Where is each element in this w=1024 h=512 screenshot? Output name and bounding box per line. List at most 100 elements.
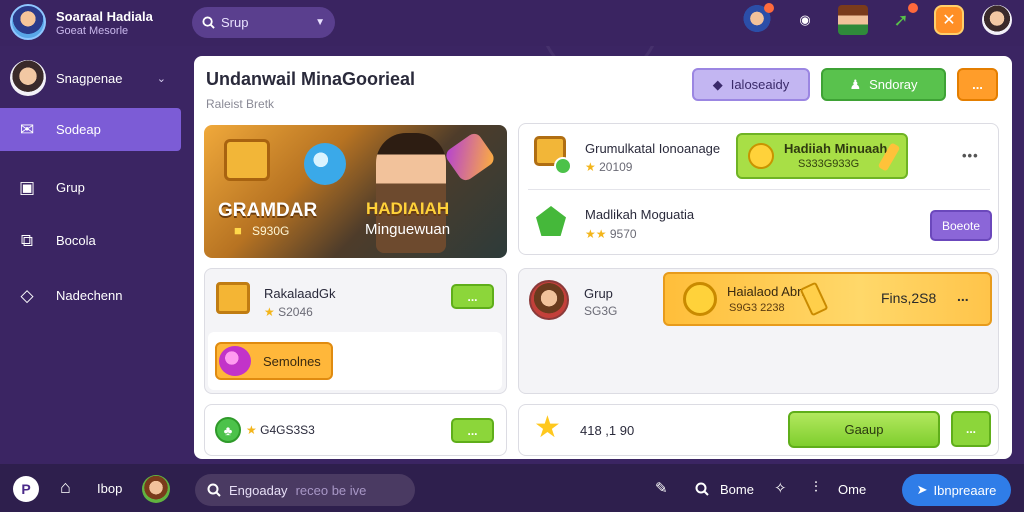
- search-icon[interactable]: [695, 482, 709, 496]
- row-title: RakalaadGk: [264, 286, 336, 301]
- hadiah-button-label: Hadiiah Minuaah: [784, 141, 888, 156]
- pixel-character-icon[interactable]: [838, 5, 868, 35]
- search-icon: [202, 16, 215, 29]
- sidebar-item-grup[interactable]: ▣ Grup: [0, 166, 181, 209]
- top-search-value: Srup: [221, 15, 249, 30]
- sidebar-item-label: Nadechenn: [56, 288, 123, 303]
- hadiah-button-sub: S333G933G: [798, 158, 860, 170]
- top-bar: Soaraal Hadiala Goeat Mesorle Srup ▼ ◉ ➚…: [0, 0, 1024, 46]
- reward-title: Haialaod Abn: [727, 284, 805, 299]
- user-avatar-icon[interactable]: [982, 5, 1012, 35]
- row-stat-value: G4GS3S3: [260, 423, 315, 437]
- page-title: Undanwail MinaGoorieal: [206, 69, 416, 89]
- main-panel: Undanwail MinaGoorieal Raleist Bretk ◆ I…: [194, 56, 1012, 459]
- profile-name: Snagpenae: [56, 70, 123, 86]
- sidebar-item-bocola[interactable]: ⧉ Bocola: [0, 219, 181, 262]
- avatar[interactable]: [142, 475, 170, 503]
- divider: [528, 189, 990, 190]
- gold-bar-icon: [799, 281, 829, 317]
- top-search-field[interactable]: Srup ▼: [192, 7, 335, 38]
- character-avatar-icon[interactable]: [742, 3, 774, 35]
- search-icon: [207, 483, 221, 497]
- row-stat-value: S2046: [278, 305, 313, 319]
- sidebar-item-label: Grup: [56, 180, 85, 195]
- record-icon[interactable]: ◉: [790, 5, 820, 35]
- sidebar-profile[interactable]: Snagpenae ⌄: [10, 60, 180, 96]
- sidebar-item-label: Bocola: [56, 233, 96, 248]
- group-avatar[interactable]: [529, 280, 569, 320]
- row-stat: ★★ 9570: [585, 227, 637, 241]
- more-options-button[interactable]: ...: [451, 418, 494, 443]
- tag-icon: ◆: [712, 76, 723, 92]
- sidebar: Snagpenae ⌄ ✉ Sodeap ▣ Grup ⧉ Bocola ◇ N…: [0, 46, 184, 464]
- reward-amount: Fins,2S8: [881, 290, 937, 306]
- more-options-icon[interactable]: •••: [962, 148, 979, 163]
- semolnes-button-label: Semolnes: [263, 354, 321, 369]
- box-icon: ▣: [18, 177, 36, 197]
- app-logo-icon[interactable]: P: [13, 476, 39, 502]
- app-logo-avatar[interactable]: [10, 4, 46, 40]
- reward-sub: S9G3 2238: [729, 302, 785, 314]
- ome-label[interactable]: Ome: [838, 482, 866, 497]
- sidebar-item-sodeap[interactable]: ✉ Sodeap: [0, 108, 181, 151]
- potion-orb-icon: [219, 346, 251, 376]
- more-button[interactable]: ...: [957, 68, 998, 101]
- row-stat: ★ S2046: [264, 305, 313, 319]
- sparkle-icon[interactable]: ✧: [774, 479, 787, 497]
- bottom-bar: P ⌂ Ibop Engoaday receo be ive ✎ Bome ✧ …: [0, 464, 1024, 512]
- sidebar-item-label: Sodeap: [56, 122, 101, 137]
- clover-icon: ♣: [215, 417, 241, 443]
- frame-icon: ⧉: [20, 230, 34, 250]
- gaaup-button[interactable]: Gaaup: [788, 411, 940, 448]
- bottom-search-value: Engoaday: [229, 482, 288, 498]
- row-stat: ★ 20109: [585, 160, 633, 174]
- banner-left-title: GRAMDAR: [218, 200, 318, 221]
- person-icon: ♟: [849, 76, 862, 92]
- page-subtitle: Raleist Bretk: [206, 97, 275, 111]
- bottom-search-input[interactable]: Engoaday receo be ive: [195, 474, 415, 506]
- pencil-icon[interactable]: ✎: [655, 479, 668, 497]
- row-stat-value: 9570: [609, 227, 637, 241]
- purple-button[interactable]: Boeote: [930, 210, 992, 241]
- send-icon: ➤: [916, 482, 928, 497]
- more-options-button[interactable]: ...: [951, 411, 991, 447]
- chevron-down-icon[interactable]: ⌄: [157, 72, 166, 85]
- star-icon: ★: [534, 411, 561, 444]
- some-label[interactable]: Bome: [720, 482, 754, 497]
- gold-coins-icon: [683, 282, 717, 316]
- bottom-label[interactable]: Ibop: [97, 481, 122, 496]
- rocket-icon[interactable]: ➚: [886, 3, 918, 35]
- lavender-button[interactable]: ◆ Ialoseaidy: [692, 68, 810, 101]
- semolnes-button[interactable]: Semolnes: [215, 342, 333, 380]
- group-sub: SG3G: [584, 304, 618, 318]
- chart-icon[interactable]: ⫶: [814, 479, 818, 496]
- row-title: Madlikah Moguatia: [585, 207, 695, 222]
- green-button[interactable]: ♟ Sndoray: [821, 68, 946, 101]
- app-name: Soaraal Hadiala: [56, 9, 153, 24]
- home-icon[interactable]: ⌂: [60, 477, 71, 498]
- more-options-icon[interactable]: ...: [957, 288, 969, 304]
- featured-banner[interactable]: GRAMDAR ■ S930G HADIAIAH Minguewuan: [204, 125, 507, 258]
- app-subtitle: Goeat Mesorle: [56, 25, 129, 37]
- primary-cta-label: Ibnpreaare: [933, 482, 997, 498]
- group-name: Grup: [584, 286, 613, 301]
- diamond-icon: ◇: [20, 285, 34, 305]
- row-title: Grumulkatal Ionoanage: [585, 141, 721, 156]
- chevron-down-icon[interactable]: ▼: [315, 17, 325, 28]
- reward-bar[interactable]: Haialaod Abn S9G3 2238 Fins,2S8 ...: [663, 272, 992, 326]
- row-stat: ★ G4GS3S3: [246, 423, 315, 437]
- primary-cta-button[interactable]: ➤ Ibnpreaare: [902, 474, 1011, 506]
- magic-wand-icon: [443, 130, 497, 184]
- coin-icon: [748, 143, 774, 169]
- sidebar-item-nadechenn[interactable]: ◇ Nadechenn: [0, 274, 181, 317]
- more-options-button[interactable]: ...: [451, 284, 494, 309]
- row-stat-value: 20109: [599, 160, 633, 174]
- top-icon-group: ◉ ➚ ✕: [742, 3, 1012, 35]
- check-badge-icon: [554, 157, 572, 175]
- banner-right-subtitle: Minguewuan: [365, 221, 451, 238]
- treasure-chest-icon: [224, 139, 270, 181]
- hadiah-button[interactable]: Hadiiah Minuaah S333G933G: [736, 133, 908, 179]
- lock-icon: ■: [234, 223, 242, 238]
- avatar: [10, 60, 46, 96]
- shuffle-icon[interactable]: ✕: [934, 5, 964, 35]
